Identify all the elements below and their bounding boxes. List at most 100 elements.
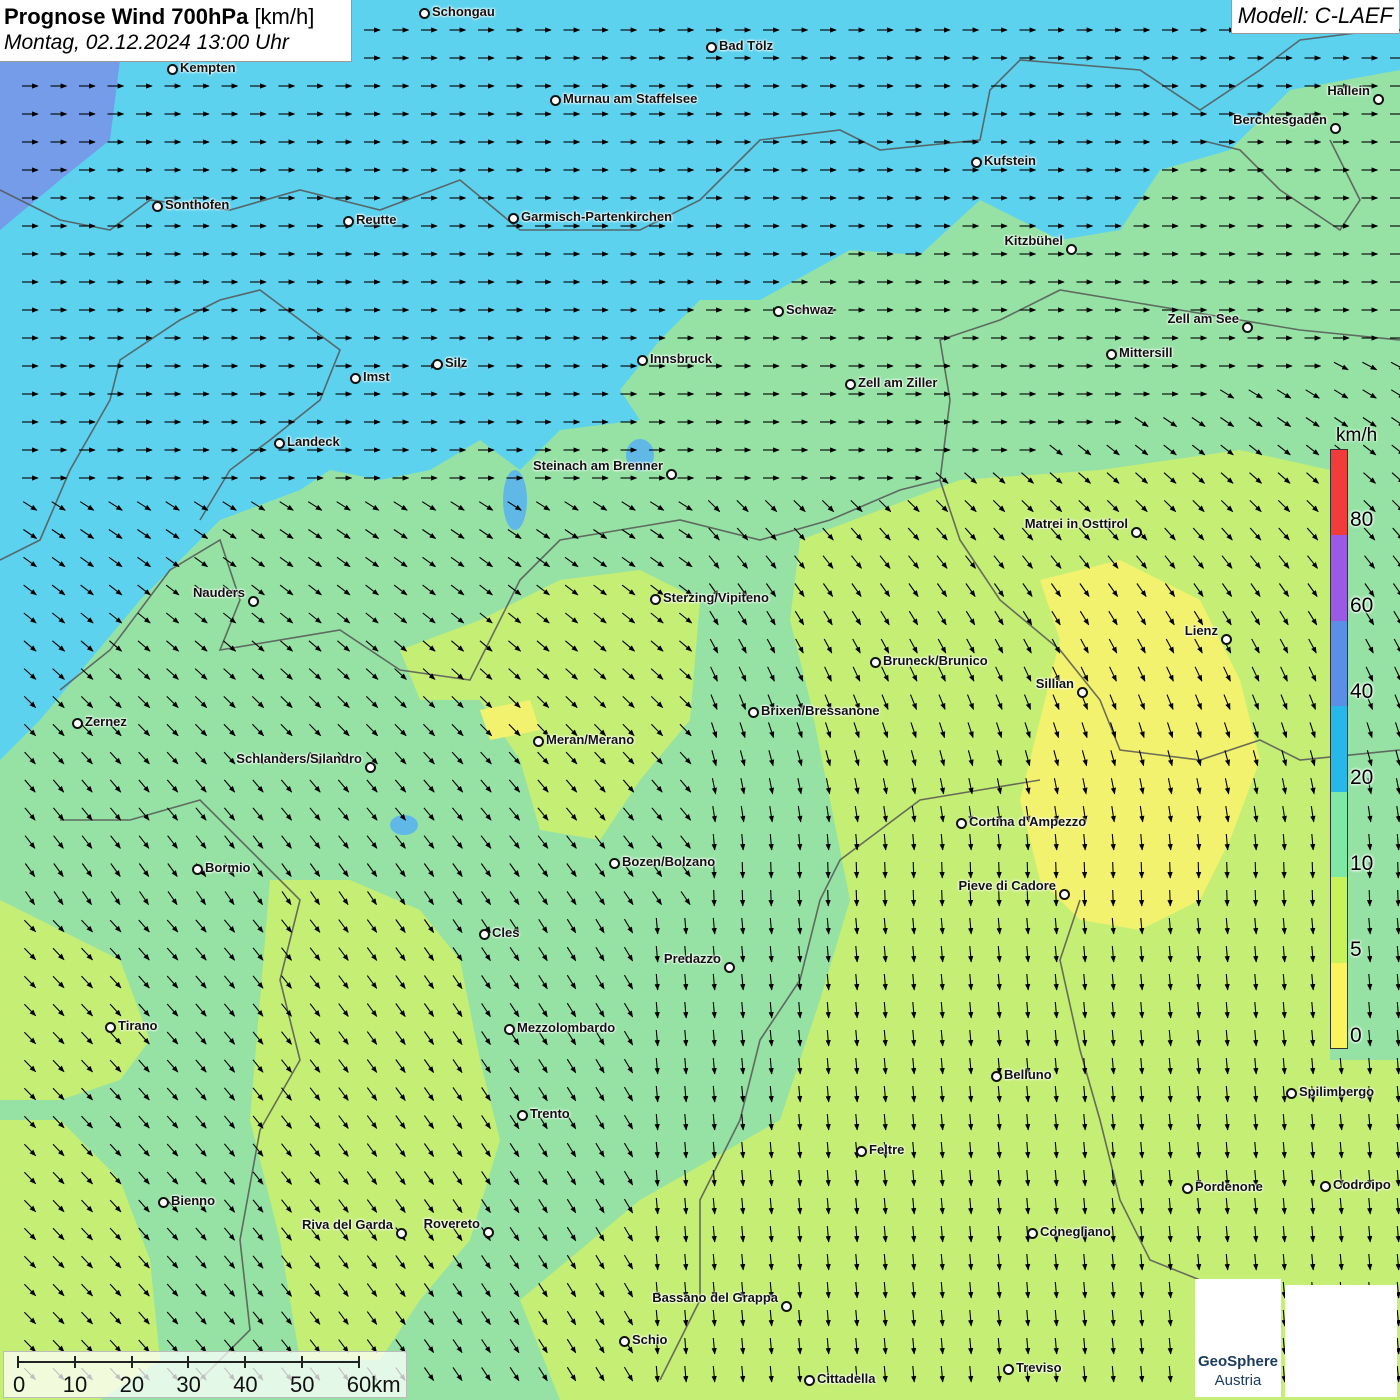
scale-tick	[17, 1356, 19, 1368]
city-label: Silz	[445, 355, 468, 370]
city-label: Codroipo	[1333, 1177, 1391, 1192]
city-marker	[157, 1196, 169, 1208]
scale-label: 30	[176, 1372, 201, 1397]
wind-arrow	[1309, 861, 1316, 879]
wind-arrow	[1366, 889, 1373, 907]
city-marker	[395, 1227, 407, 1239]
legend-swatch	[1331, 450, 1347, 536]
city-label: Cles	[492, 925, 520, 940]
map-subtitle: Montag, 02.12.2024 13:00 Uhr	[4, 31, 289, 54]
wind-arrow	[796, 861, 803, 879]
city-label: Zell am See	[1167, 311, 1239, 326]
legend-unit: km/h	[1336, 425, 1378, 446]
city-marker	[549, 94, 561, 106]
wind-arrow	[882, 861, 888, 879]
wind-arrow	[1024, 861, 1031, 879]
scale-label: 40	[233, 1372, 258, 1397]
city-marker	[1372, 93, 1384, 105]
city-marker	[166, 63, 178, 75]
wind-arrow	[796, 889, 803, 907]
city-label: Conegliano	[1040, 1224, 1111, 1239]
legend-label: 5	[1350, 938, 1362, 961]
map-title-box: Prognose Wind 700hPa [km/h] Montag, 02.1…	[0, 0, 352, 62]
city-label: Bienno	[171, 1193, 216, 1208]
city-marker	[855, 1145, 867, 1157]
city-label: Bormio	[205, 860, 251, 875]
wind-arrow	[739, 889, 746, 907]
city-label: Murnau am Staffelsee	[563, 91, 698, 106]
city-marker	[431, 358, 443, 370]
city-label: Zernez	[85, 714, 127, 729]
color-legend-bar	[1330, 449, 1348, 1049]
city-label: Mezzolombardo	[517, 1020, 616, 1035]
city-label: Kitzbühel	[1004, 233, 1064, 248]
city-marker	[273, 437, 285, 449]
city-marker	[1076, 686, 1088, 698]
map-title-main: Prognose Wind 700hPa	[4, 4, 249, 29]
city-label: Imst	[363, 369, 390, 384]
legend-label: 0	[1350, 1024, 1362, 1047]
city-label: Schlanders/Silandro	[236, 751, 362, 766]
city-label: Mittersill	[1119, 345, 1173, 360]
city-label: Schwaz	[786, 302, 834, 317]
city-marker	[151, 200, 163, 212]
city-label: Treviso	[1016, 1360, 1062, 1375]
scale-label: 60km	[346, 1372, 401, 1397]
logo-line2: Austria	[1214, 1372, 1262, 1389]
wind-arrow	[1309, 889, 1316, 907]
wind-arrow	[1167, 861, 1173, 879]
city-label: Belluno	[1004, 1067, 1052, 1082]
wind-arrow	[939, 889, 945, 907]
scale-tick	[73, 1356, 76, 1368]
city-label: Cittadella	[817, 1371, 876, 1386]
city-label: Bassano del Grappa	[652, 1290, 778, 1305]
city-label: Zell am Ziller	[858, 375, 938, 390]
wind-arrow	[1395, 861, 1400, 879]
city-marker	[1285, 1087, 1297, 1099]
city-marker	[780, 1300, 792, 1312]
city-marker	[705, 41, 717, 53]
city-label: Predazzo	[663, 951, 721, 966]
city-marker	[1130, 526, 1142, 538]
city-label: Sonthofen	[165, 197, 230, 212]
legend-label: 40	[1350, 680, 1374, 703]
scale-bar: 0 10 20 30 40 50 60km	[3, 1351, 407, 1398]
city-label: Matrei in Osttirol	[1024, 516, 1128, 531]
scale-tick	[187, 1356, 190, 1368]
city-marker	[478, 928, 490, 940]
city-label: Pordenone	[1195, 1179, 1263, 1194]
city-label: Schongau	[432, 4, 495, 19]
city-label: Kufstein	[984, 153, 1036, 168]
wind-arrow	[1195, 889, 1202, 907]
city-marker	[507, 212, 519, 224]
legend-swatch	[1331, 620, 1347, 707]
city-label: Spilimbergo	[1299, 1084, 1375, 1099]
wind-arrow	[853, 889, 860, 907]
city-label: Berchtesgaden	[1233, 112, 1327, 127]
legend-label: 60	[1350, 594, 1374, 617]
city-marker	[364, 761, 376, 773]
city-marker	[803, 1374, 815, 1386]
city-label: Sillian	[1035, 676, 1074, 691]
city-marker	[955, 817, 967, 829]
wind-arrow	[768, 861, 774, 879]
wind-arrow	[825, 861, 831, 879]
wind-arrow	[1081, 889, 1088, 907]
city-marker	[1319, 1180, 1331, 1192]
wind-arrow	[910, 889, 917, 907]
scale-label: 10	[62, 1372, 88, 1397]
city-marker	[1220, 633, 1232, 645]
city-marker	[990, 1070, 1002, 1082]
city-marker	[349, 372, 361, 384]
wind-arrow	[1281, 861, 1287, 879]
wind-arrow	[967, 861, 974, 879]
city-marker	[482, 1226, 494, 1238]
scale-tick	[301, 1356, 303, 1368]
city-label: Trento	[530, 1106, 570, 1121]
map-title-unit: [km/h]	[254, 4, 315, 29]
wind-arrow	[1224, 889, 1230, 907]
city-marker	[532, 735, 544, 747]
wind-arrow	[1395, 889, 1400, 907]
city-label: Hallein	[1327, 83, 1370, 98]
city-marker	[342, 215, 354, 227]
